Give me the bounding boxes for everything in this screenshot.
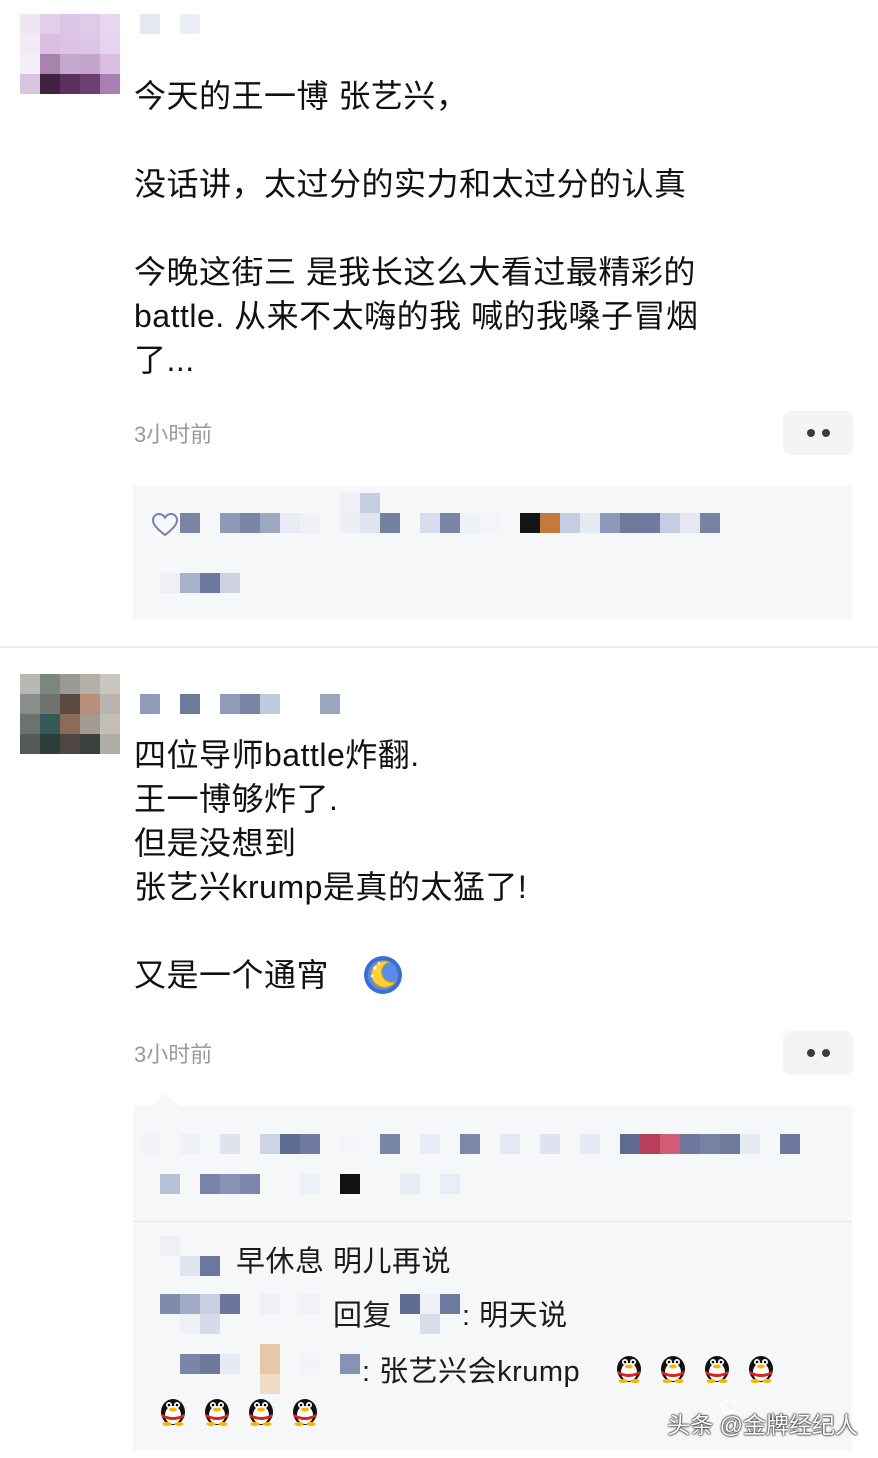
username[interactable] — [140, 14, 200, 34]
moon-emoji-icon — [364, 956, 402, 994]
qq-penguin-emoji-icon — [705, 1356, 729, 1383]
comment-time: 3小时前 — [134, 1042, 213, 1067]
qq-penguin-emoji-icon — [661, 1356, 685, 1383]
qq-penguin-emoji-icon — [293, 1399, 317, 1426]
reply-text: : 张艺兴会krump — [362, 1356, 581, 1388]
divider — [0, 646, 878, 648]
comment-time: 3小时前 — [134, 422, 213, 447]
heart-outline-icon[interactable] — [152, 513, 178, 537]
reply-divider — [133, 1221, 852, 1222]
reply-username[interactable] — [160, 1294, 320, 1334]
liked-users[interactable] — [160, 493, 740, 593]
more-dots-icon — [806, 1049, 815, 1057]
reply-text: 早休息 明儿再说 — [236, 1246, 452, 1278]
watermark: 头条 @金牌经纪人 — [667, 1412, 858, 1438]
qq-penguin-emoji-icon — [617, 1356, 641, 1383]
more-dots-icon — [806, 429, 815, 437]
reply-username[interactable] — [160, 1344, 360, 1394]
avatar[interactable] — [20, 674, 120, 754]
reply-target-username[interactable] — [400, 1294, 460, 1334]
reply-text: : 明天说 — [462, 1300, 568, 1332]
qq-penguin-emoji-icon — [161, 1399, 185, 1426]
qq-penguin-emoji-icon — [749, 1356, 773, 1383]
avatar[interactable] — [20, 14, 120, 94]
comment-text: 四位导师battle炸翻. 王一博够炸了. 但是没想到 张艺兴krump是真的太… — [134, 737, 528, 993]
more-button[interactable] — [783, 411, 853, 455]
more-button[interactable] — [783, 1031, 853, 1075]
qq-penguin-emoji-icon — [249, 1399, 273, 1426]
comment-text: 今天的王一博 张艺兴， 没话讲，太过分的实力和太过分的认真 今晚这街三 是我长这… — [134, 78, 699, 378]
qq-penguin-emoji-icon — [205, 1399, 229, 1426]
reply-username[interactable] — [160, 1236, 220, 1276]
reply-prefix: 回复 — [333, 1300, 393, 1332]
liked-users[interactable] — [140, 1134, 820, 1194]
username[interactable] — [140, 694, 340, 714]
